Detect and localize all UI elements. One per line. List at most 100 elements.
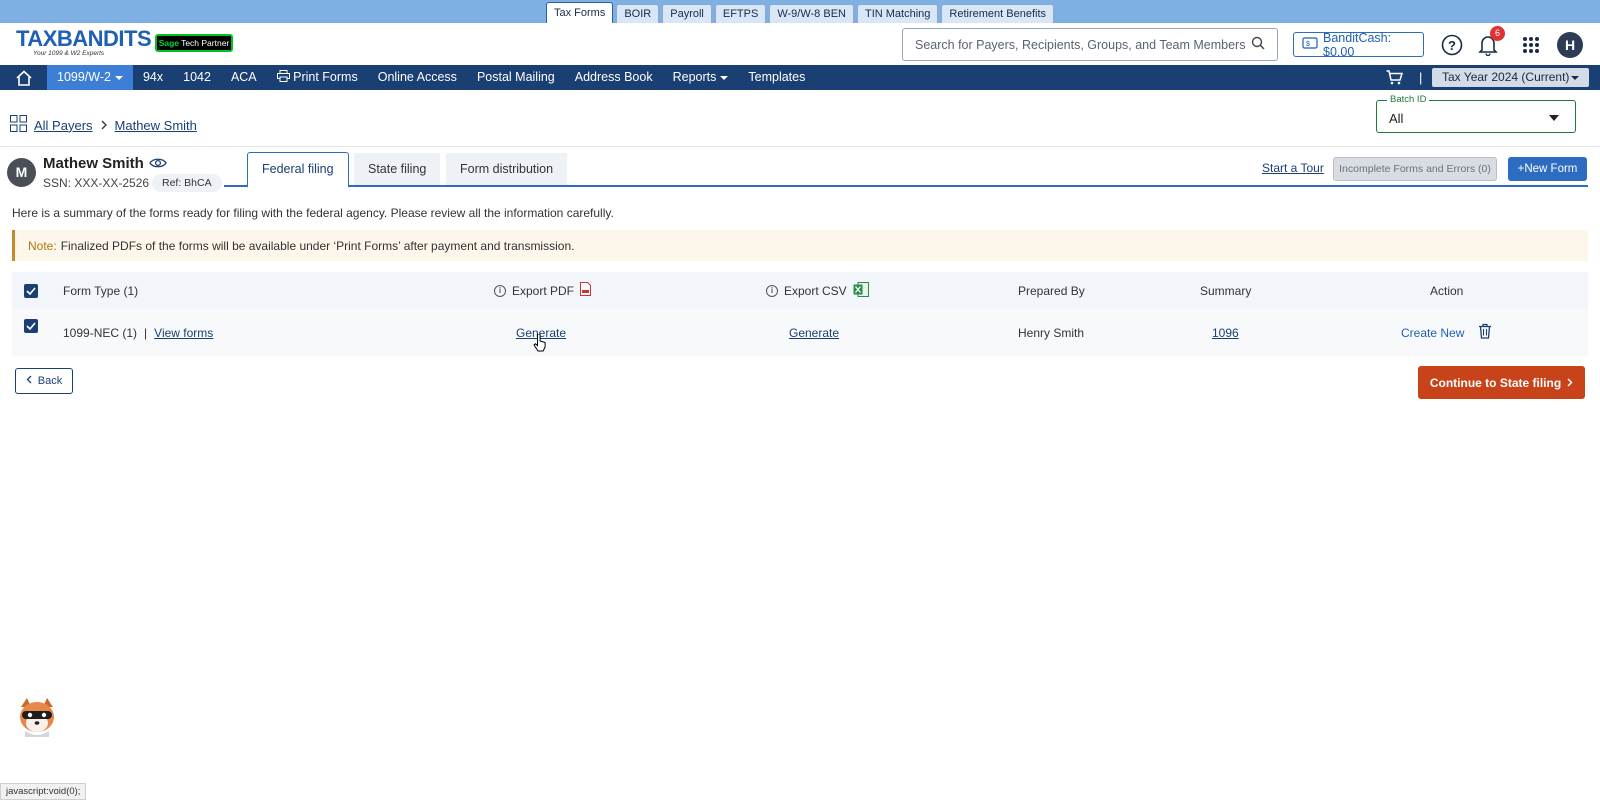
checkbox-checked-icon xyxy=(24,283,38,298)
hand-cursor-icon xyxy=(533,333,547,355)
product-tab-retirement-benefits[interactable]: Retirement Benefits xyxy=(941,4,1055,23)
product-tab-boir[interactable]: BOIR xyxy=(616,4,660,23)
pdf-file-icon xyxy=(580,282,592,299)
header-action: Action xyxy=(1430,283,1464,298)
generate-csv-link[interactable]: Generate xyxy=(789,326,839,340)
cart-icon[interactable] xyxy=(1386,65,1403,90)
forms-table: Form Type (1) i Export PDF i Export CSV … xyxy=(12,272,1588,356)
payers-grid-icon[interactable] xyxy=(10,115,27,135)
product-tab-eftps[interactable]: EFTPS xyxy=(714,4,767,23)
payer-ref-badge: Ref: BhCA xyxy=(152,174,222,192)
product-tab-w9-w8ben[interactable]: W-9/W-8 BEN xyxy=(769,4,854,23)
chevron-down-icon xyxy=(1571,76,1579,80)
eye-icon[interactable] xyxy=(149,157,167,172)
tax-year-select[interactable]: Tax Year 2024 (Current) xyxy=(1432,68,1589,87)
view-forms-link[interactable]: View forms xyxy=(154,326,213,340)
form-type-value: 1099-NEC (1) xyxy=(63,325,138,340)
excel-file-icon xyxy=(853,281,869,300)
back-button[interactable]: Back xyxy=(15,368,73,394)
summary-cell: 1096 xyxy=(1212,309,1239,356)
taxbandits-logo[interactable]: TAXBANDITS Your 1099 & W2 Experts xyxy=(16,26,152,58)
back-label: Back xyxy=(37,375,63,387)
row-checkbox[interactable] xyxy=(24,309,38,343)
raccoon-mascot-icon[interactable] xyxy=(15,695,59,739)
chevron-right-icon xyxy=(100,118,108,133)
note-banner: Note: Finalized PDFs of the forms will b… xyxy=(12,230,1588,261)
nav-aca[interactable]: ACA xyxy=(221,65,267,90)
nav-postal-mailing[interactable]: Postal Mailing xyxy=(467,65,565,90)
incomplete-forms-button[interactable]: Incomplete Forms and Errors (0) xyxy=(1333,157,1497,181)
continue-state-filing-button[interactable]: Continue to State filing xyxy=(1418,366,1585,399)
table-header: Form Type (1) i Export PDF i Export CSV … xyxy=(12,272,1588,309)
header-export-pdf-label: Export PDF xyxy=(512,283,575,298)
partner-label: Tech Partner xyxy=(181,38,230,48)
trash-icon[interactable] xyxy=(1478,323,1492,342)
header-summary: Summary xyxy=(1200,283,1252,298)
home-icon[interactable] xyxy=(0,65,47,90)
nav-1099-w2-label: 1099/W-2 xyxy=(57,70,111,84)
nav-94x[interactable]: 94x xyxy=(133,65,173,90)
prepared-by-cell: Henry Smith xyxy=(1018,325,1085,340)
product-tab-tax-forms[interactable]: Tax Forms xyxy=(545,2,614,23)
nav-reports-label: Reports xyxy=(672,70,717,84)
help-icon[interactable]: ? xyxy=(1439,32,1465,58)
nav-print-forms-label: Print Forms xyxy=(293,70,358,84)
create-new-link[interactable]: Create New xyxy=(1401,326,1464,340)
info-icon[interactable]: i xyxy=(494,284,506,297)
header-form-type: Form Type (1) xyxy=(63,283,139,298)
tab-federal-filing[interactable]: Federal filing xyxy=(247,152,349,188)
divider xyxy=(0,146,1600,147)
header-export-csv: i Export CSV xyxy=(766,272,869,309)
logo-text: TAXBANDITS xyxy=(16,26,152,51)
batch-id-value: All xyxy=(1389,111,1404,126)
chevron-down-icon xyxy=(1549,115,1559,121)
partner-brand: Sage xyxy=(158,38,180,48)
payer-name: Mathew Smith xyxy=(43,155,144,172)
breadcrumb-all-payers[interactable]: All Payers xyxy=(34,118,93,133)
note-text: Finalized PDFs of the forms will be avai… xyxy=(60,238,575,253)
new-form-label: New Form xyxy=(1524,163,1578,175)
global-search xyxy=(902,28,1278,61)
checkbox-checked-icon xyxy=(24,319,38,333)
new-form-button[interactable]: +New Form xyxy=(1508,157,1587,181)
start-tour-link[interactable]: Start a Tour xyxy=(1262,161,1324,175)
nav-online-access[interactable]: Online Access xyxy=(368,65,467,90)
tab-underline xyxy=(224,185,1588,187)
batch-id-select[interactable]: Batch ID All xyxy=(1376,94,1576,133)
chevron-down-icon xyxy=(720,75,729,80)
info-icon[interactable]: i xyxy=(766,284,778,297)
chevron-left-icon xyxy=(26,375,32,387)
nav-reports[interactable]: Reports xyxy=(663,65,739,90)
nav-print-forms[interactable]: Print Forms xyxy=(267,65,368,90)
app-header: TAXBANDITS Your 1099 & W2 Experts Sage Te… xyxy=(0,23,1600,65)
apps-grid-icon[interactable] xyxy=(1518,32,1544,58)
product-tab-tin-matching[interactable]: TIN Matching xyxy=(856,4,939,23)
search-icon[interactable] xyxy=(1251,36,1265,53)
chevron-down-icon xyxy=(114,75,123,80)
bandit-cash-button[interactable]: $ BanditCash: $0.00 xyxy=(1293,31,1424,59)
wallet-icon: $ xyxy=(1302,37,1318,52)
logo-tagline: Your 1099 & W2 Experts xyxy=(33,50,105,57)
status-bar-url: javascript:void(0); xyxy=(0,783,87,800)
header-prepared-by: Prepared By xyxy=(1018,283,1085,298)
header-export-csv-label: Export CSV xyxy=(784,283,847,298)
user-avatar[interactable]: H xyxy=(1557,32,1583,58)
separator: | xyxy=(144,325,148,340)
printer-icon xyxy=(276,70,293,84)
nav-1042[interactable]: 1042 xyxy=(173,65,221,90)
tab-state-filing[interactable]: State filing xyxy=(354,153,441,186)
search-input[interactable] xyxy=(915,37,1251,52)
nav-1099-w2[interactable]: 1099/W-2 xyxy=(47,65,133,90)
nav-address-book[interactable]: Address Book xyxy=(565,65,663,90)
breadcrumb-payer[interactable]: Mathew Smith xyxy=(115,118,197,133)
export-csv-cell: Generate xyxy=(789,309,839,356)
payer-ssn: SSN: XXX-XX-2526 xyxy=(43,176,150,190)
select-all-checkbox[interactable] xyxy=(24,272,38,309)
nav-templates[interactable]: Templates xyxy=(738,65,815,90)
form-1096-link[interactable]: 1096 xyxy=(1212,326,1239,340)
product-tabs: Tax Forms BOIR Payroll EFTPS W-9/W-8 BEN… xyxy=(0,0,1600,23)
notification-bell-icon[interactable]: 6 xyxy=(1475,26,1505,58)
tab-form-distribution[interactable]: Form distribution xyxy=(446,153,568,186)
batch-id-label: Batch ID xyxy=(1387,94,1430,105)
product-tab-payroll[interactable]: Payroll xyxy=(662,4,712,23)
